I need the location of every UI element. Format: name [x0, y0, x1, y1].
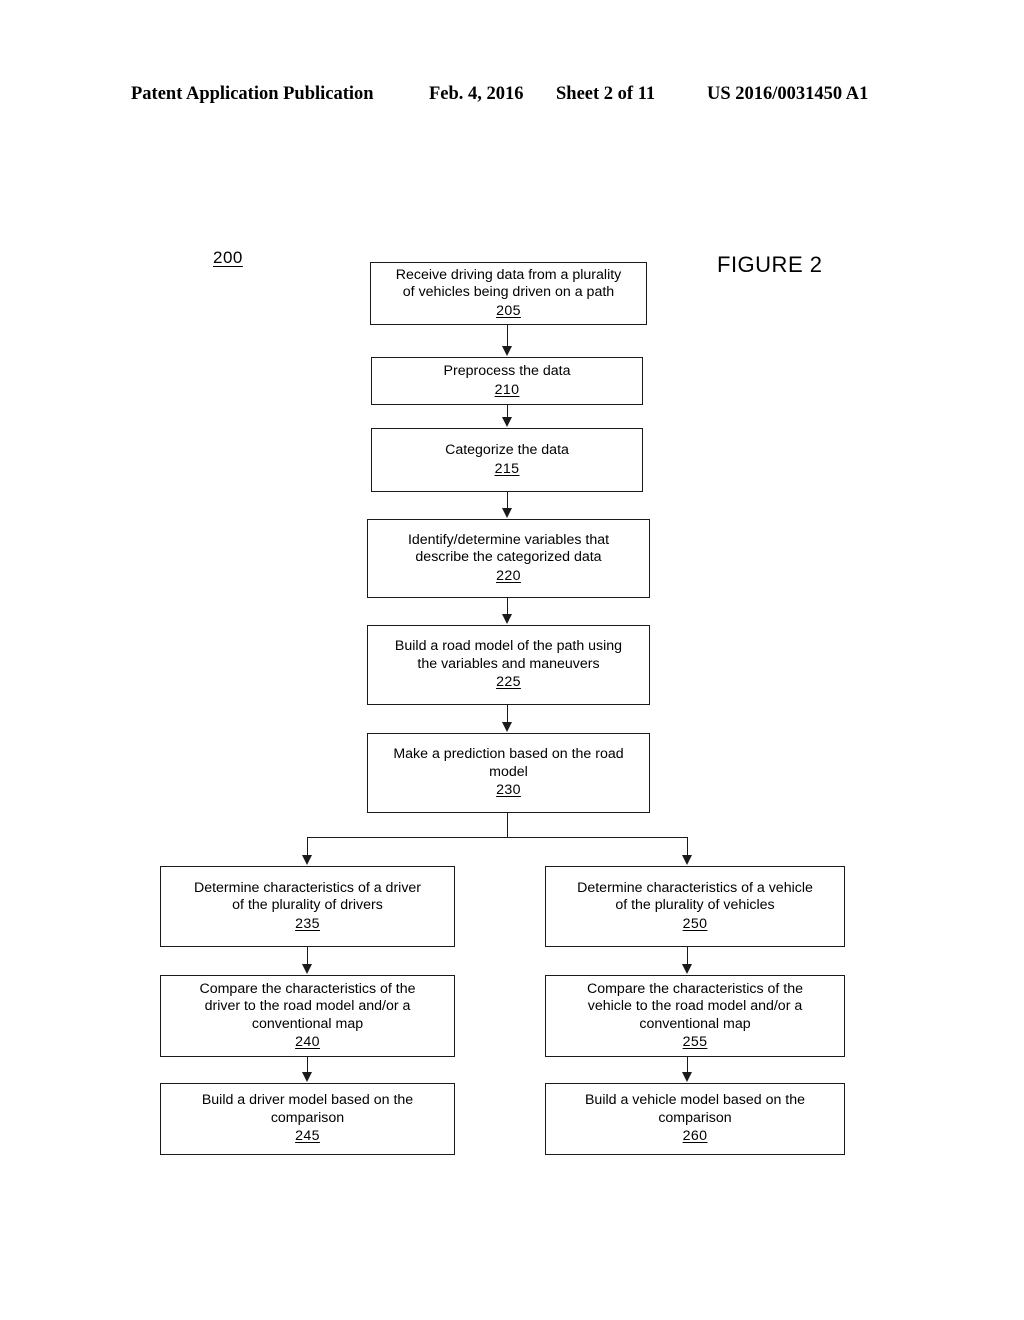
flow-node-210-text: Preprocess the data: [443, 363, 571, 379]
connector-220-to-225: [507, 598, 509, 615]
connector-branch-bar: [307, 837, 688, 839]
connector-branch-left-drop: [307, 837, 309, 856]
page-header: Patent Application Publication Feb. 4, 2…: [0, 84, 1024, 110]
flow-node-260-number: 260: [682, 1128, 708, 1145]
flow-node-260-text: Build a vehicle model based on the compa…: [584, 1092, 806, 1126]
figure-title: FIGURE 2: [717, 252, 823, 277]
arrow-head-225-to-230: [502, 722, 512, 732]
header-publication-title: Patent Application Publication: [131, 84, 374, 104]
flow-node-255: Compare the characteristics of the vehic…: [545, 975, 845, 1057]
arrow-head-220-to-225: [502, 614, 512, 624]
connector-235-to-240: [307, 947, 309, 965]
arrow-head-250-to-255: [682, 964, 692, 974]
connector-205-to-210: [507, 325, 509, 347]
flow-node-230: Make a prediction based on the road mode…: [367, 733, 650, 813]
arrow-head-240-to-245: [302, 1072, 312, 1082]
connector-branch-right-drop: [687, 837, 689, 856]
flow-node-235: Determine characteristics of a driver of…: [160, 866, 455, 947]
flow-node-255-text: Compare the characteristics of the vehic…: [586, 980, 804, 1032]
connector-250-to-255: [687, 947, 689, 965]
flow-node-245-number: 245: [295, 1128, 320, 1145]
arrow-head-215-to-220: [502, 508, 512, 518]
flow-node-230-text: Make a prediction based on the road mode…: [393, 746, 624, 780]
arrow-head-205-to-210: [502, 346, 512, 356]
connector-225-to-230: [507, 705, 509, 723]
arrow-head-branch-to-235: [302, 855, 312, 865]
flow-node-255-number: 255: [682, 1034, 708, 1050]
flow-node-215-number: 215: [494, 460, 520, 477]
arrow-head-235-to-240: [302, 964, 312, 974]
header-publication-date: Feb. 4, 2016: [429, 84, 524, 104]
flow-node-245-text: Build a driver model based on the compar…: [201, 1092, 414, 1126]
flow-node-220: Identify/determine variables that descri…: [367, 519, 650, 598]
flow-node-225-number: 225: [496, 674, 521, 691]
flow-node-260: Build a vehicle model based on the compa…: [545, 1083, 845, 1155]
flow-node-205: Receive driving data from a plurality of…: [370, 262, 647, 325]
arrow-head-210-to-215: [502, 417, 512, 427]
flow-node-235-number: 235: [295, 915, 320, 932]
flow-node-205-number: 205: [496, 302, 521, 319]
arrow-head-branch-to-250: [682, 855, 692, 865]
connector-255-to-260: [687, 1057, 689, 1073]
connector-240-to-245: [307, 1057, 309, 1073]
patent-figure-page: Patent Application Publication Feb. 4, 2…: [0, 0, 1024, 1320]
flow-node-215: Categorize the data 215: [371, 428, 643, 492]
connector-230-branch-stem: [507, 813, 509, 838]
header-document-number: US 2016/0031450 A1: [707, 84, 869, 104]
flow-node-245: Build a driver model based on the compar…: [160, 1083, 455, 1155]
flow-node-225-text: Build a road model of the path using the…: [394, 638, 623, 672]
header-sheet-number: Sheet 2 of 11: [556, 84, 656, 104]
flow-node-210-number: 210: [494, 381, 520, 398]
flow-node-205-text: Receive driving data from a plurality of…: [395, 266, 622, 301]
flow-node-215-text: Categorize the data: [445, 442, 569, 458]
connector-215-to-220: [507, 492, 509, 509]
arrow-head-255-to-260: [682, 1072, 692, 1082]
flow-node-240-number: 240: [295, 1034, 320, 1050]
flow-node-235-text: Determine characteristics of a driver of…: [193, 879, 422, 914]
flow-node-225: Build a road model of the path using the…: [367, 625, 650, 705]
flow-node-230-number: 230: [496, 782, 521, 799]
flow-node-250: Determine characteristics of a vehicle o…: [545, 866, 845, 947]
flow-node-220-text: Identify/determine variables that descri…: [407, 531, 610, 566]
flow-node-250-text: Determine characteristics of a vehicle o…: [577, 879, 813, 914]
flow-node-250-number: 250: [682, 915, 708, 932]
flow-node-210: Preprocess the data 210: [371, 357, 643, 405]
flow-node-240-text: Compare the characteristics of the drive…: [199, 980, 416, 1032]
flow-node-240: Compare the characteristics of the drive…: [160, 975, 455, 1057]
flow-node-220-number: 220: [496, 567, 521, 584]
figure-reference-numeral: 200: [213, 248, 243, 267]
